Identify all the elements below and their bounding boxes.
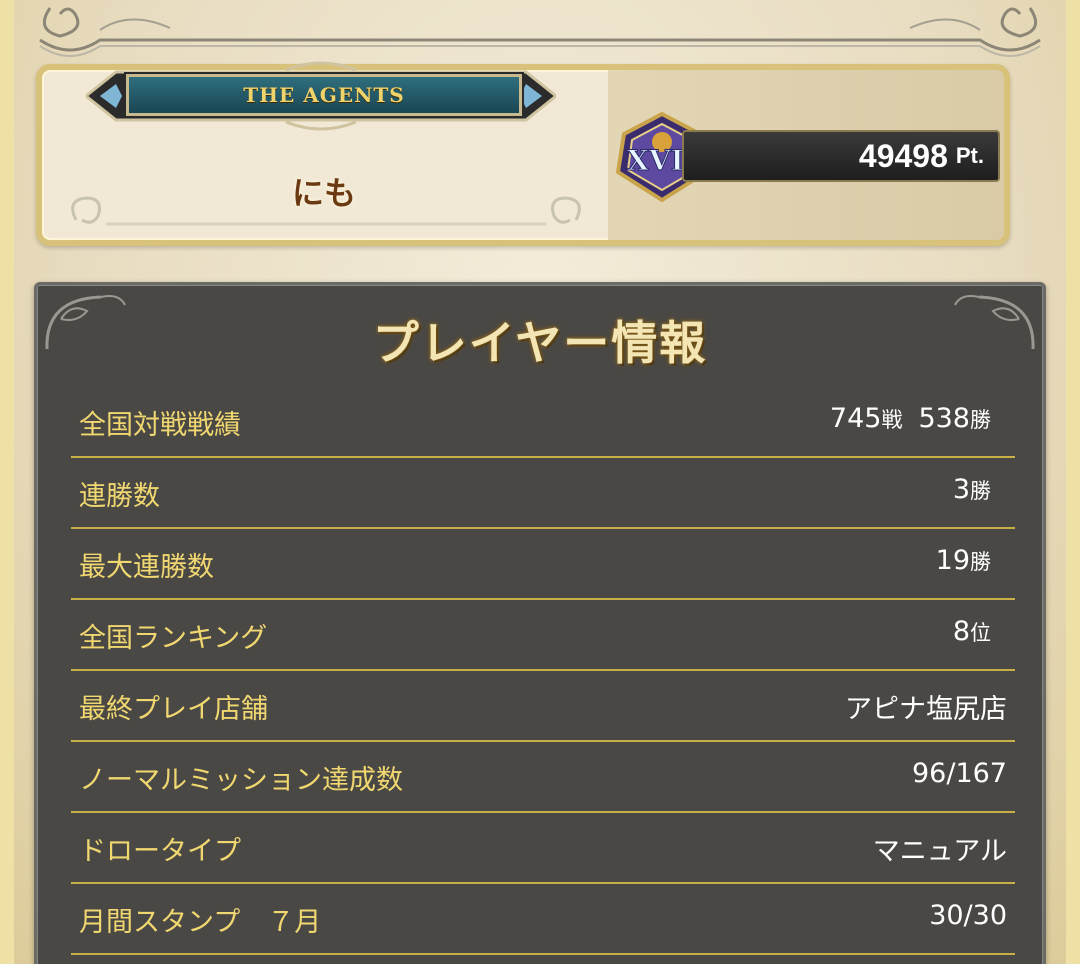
- battles-unit: 戦: [881, 408, 903, 432]
- top-scroll-ornament: [39, 7, 1041, 57]
- monthly-stamp-value: 30/30: [929, 900, 1007, 931]
- row-last-store: 最終プレイ店舗 アピナ塩尻店: [71, 671, 1015, 742]
- player-info-panel: プレイヤー情報 全国対戦戦績 745戦 538勝 連勝数 3勝 最大連勝数 19勝…: [34, 282, 1046, 964]
- row-label: 全国対戦戦績: [79, 410, 241, 441]
- score-bar: 49498 Pt.: [682, 130, 1000, 182]
- row-national-ranking: 全国ランキング 8位: [71, 600, 1015, 671]
- row-label: 最大連勝数: [79, 552, 214, 583]
- value-number: 19: [935, 545, 970, 576]
- wins-unit: 勝: [970, 408, 991, 432]
- row-label: ドロータイプ: [79, 836, 241, 867]
- row-win-streak: 連勝数 3勝: [71, 458, 1015, 529]
- score-unit: Pt.: [955, 143, 984, 168]
- row-monthly-stamp: 月間スタンプ ７月 30/30: [71, 884, 1015, 955]
- score-value: 49498: [858, 137, 948, 174]
- row-label: 連勝数: [79, 481, 160, 512]
- national-record-value: 745戦 538勝: [830, 403, 991, 434]
- value-unit: 勝: [970, 479, 991, 503]
- row-label: ノーマルミッション達成数: [79, 765, 403, 796]
- normal-missions-value: 96/167: [912, 758, 1007, 789]
- battles-count: 745: [829, 403, 882, 434]
- max-win-streak-value: 19勝: [936, 545, 991, 576]
- value-number: 3: [952, 474, 970, 505]
- national-ranking-value: 8位: [953, 616, 991, 647]
- value-unit: 勝: [970, 550, 991, 574]
- value-number: 8: [952, 616, 970, 647]
- draw-type-value: マニュアル: [872, 836, 1007, 867]
- row-label: 最終プレイ店舗: [79, 694, 268, 725]
- player-name: にも: [292, 174, 357, 212]
- team-name-plate: THE AGENTS: [86, 56, 556, 136]
- row-max-win-streak: 最大連勝数 19勝: [71, 529, 1015, 600]
- team-name: THE AGENTS: [243, 83, 405, 107]
- panel-title: プレイヤー情報: [372, 316, 708, 370]
- row-national-record: 全国対戦戦績 745戦 538勝: [71, 387, 1015, 458]
- row-draw-type: ドロータイプ マニュアル: [71, 813, 1015, 884]
- row-normal-missions: ノーマルミッション達成数 96/167: [71, 742, 1015, 813]
- wins-count: 538: [918, 403, 970, 434]
- team-name-box: THE AGENTS: [126, 74, 522, 116]
- last-store-value: アピナ塩尻店: [845, 694, 1007, 725]
- row-label: 月間スタンプ ７月: [79, 907, 322, 938]
- row-label: 全国ランキング: [79, 623, 268, 654]
- value-unit: 位: [970, 621, 991, 645]
- win-streak-value: 3勝: [953, 474, 991, 505]
